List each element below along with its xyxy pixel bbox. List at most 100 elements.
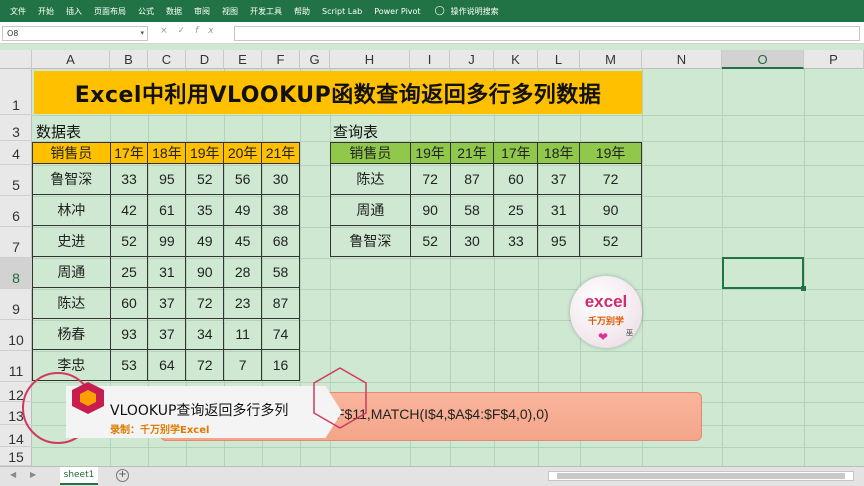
table-cell[interactable]: 7: [223, 349, 263, 381]
table-cell[interactable]: 72: [579, 163, 642, 195]
table-cell[interactable]: 52: [109, 225, 149, 257]
column-header-p[interactable]: P: [804, 50, 864, 69]
table-cell[interactable]: 90: [409, 194, 451, 226]
table-cell[interactable]: 72: [409, 163, 451, 195]
header-cell[interactable]: 销售员: [32, 142, 111, 164]
fx-icon[interactable]: fx: [195, 26, 224, 36]
column-header-f[interactable]: F: [262, 50, 300, 69]
row-header-10[interactable]: 10: [0, 320, 32, 351]
table-cell[interactable]: 72: [185, 287, 225, 319]
table-cell[interactable]: 鲁智深: [330, 225, 411, 257]
column-header-l[interactable]: L: [538, 50, 580, 69]
table-cell[interactable]: 52: [409, 225, 451, 257]
ribbon-tab-formulas[interactable]: 公式: [138, 6, 154, 17]
table-cell[interactable]: 周通: [330, 194, 411, 226]
table-cell[interactable]: 72: [185, 349, 225, 381]
header-cell[interactable]: 20年: [223, 142, 263, 164]
table-cell[interactable]: 74: [261, 318, 300, 350]
column-header-m[interactable]: M: [580, 50, 642, 69]
cancel-icon[interactable]: ×: [160, 26, 178, 36]
table-cell[interactable]: 53: [109, 349, 149, 381]
column-header-h[interactable]: H: [330, 50, 410, 69]
table-cell[interactable]: 陈达: [330, 163, 411, 195]
sheet-title[interactable]: Excel中利用VLOOKUP函数查询返回多行多列数据: [34, 71, 642, 114]
horizontal-scrollbar[interactable]: [548, 471, 854, 481]
table-cell[interactable]: 58: [261, 256, 300, 288]
header-cell[interactable]: 21年: [261, 142, 300, 164]
table-cell[interactable]: 31: [537, 194, 581, 226]
ribbon-tab-script-lab[interactable]: Script Lab: [322, 7, 362, 16]
tell-me-search[interactable]: 操作说明搜索: [451, 6, 499, 17]
row-header-9[interactable]: 9: [0, 289, 32, 320]
column-header-n[interactable]: N: [642, 50, 722, 69]
header-cell[interactable]: 17年: [493, 142, 539, 164]
ribbon-tab-view[interactable]: 视图: [222, 6, 238, 17]
table-cell[interactable]: 陈达: [32, 287, 111, 319]
row-header-7[interactable]: 7: [0, 227, 32, 258]
table-cell[interactable]: 鲁智深: [32, 163, 111, 195]
row-header-8[interactable]: 8: [0, 258, 32, 289]
table-cell[interactable]: 史进: [32, 225, 111, 257]
table-cell[interactable]: 25: [493, 194, 539, 226]
table-cell[interactable]: 11: [223, 318, 263, 350]
ribbon-tab-data[interactable]: 数据: [166, 6, 182, 17]
column-header-c[interactable]: C: [148, 50, 186, 69]
row-header-6[interactable]: 6: [0, 196, 32, 227]
table-cell[interactable]: 60: [109, 287, 149, 319]
row-header-3[interactable]: 3: [0, 115, 32, 141]
table-cell[interactable]: 93: [109, 318, 149, 350]
table-cell[interactable]: 49: [223, 194, 263, 226]
column-header-b[interactable]: B: [110, 50, 148, 69]
table-cell[interactable]: 95: [537, 225, 581, 257]
table-cell[interactable]: 42: [109, 194, 149, 226]
table-cell[interactable]: 16: [261, 349, 300, 381]
column-header-a[interactable]: A: [32, 50, 110, 69]
table-cell[interactable]: 23: [223, 287, 263, 319]
column-header-d[interactable]: D: [186, 50, 224, 69]
table-cell[interactable]: 30: [261, 163, 300, 195]
table-cell[interactable]: 25: [109, 256, 149, 288]
header-cell[interactable]: 19年: [409, 142, 451, 164]
ribbon-tab-page-layout[interactable]: 页面布局: [94, 6, 126, 17]
header-cell[interactable]: 19年: [185, 142, 225, 164]
table-cell[interactable]: 37: [147, 287, 187, 319]
ribbon-tab-power-pivot[interactable]: Power Pivot: [374, 7, 420, 16]
scrollbar-thumb[interactable]: [557, 473, 845, 479]
scroll-right-icon[interactable]: ▶: [30, 470, 36, 479]
scroll-left-icon[interactable]: ◀: [10, 470, 16, 479]
column-header-o[interactable]: O: [722, 50, 804, 69]
select-all-corner[interactable]: [0, 50, 32, 69]
table-cell[interactable]: 87: [449, 163, 495, 195]
row-header-14[interactable]: 14: [0, 425, 32, 447]
table-cell[interactable]: 杨春: [32, 318, 111, 350]
sheet-tab-sheet1[interactable]: sheet1: [60, 467, 98, 485]
table-cell[interactable]: 34: [185, 318, 225, 350]
table-cell[interactable]: 60: [493, 163, 539, 195]
table-cell[interactable]: 64: [147, 349, 187, 381]
column-header-k[interactable]: K: [494, 50, 538, 69]
table-cell[interactable]: 30: [449, 225, 495, 257]
header-cell[interactable]: 19年: [579, 142, 642, 164]
ribbon-tab-home[interactable]: 开始: [38, 6, 54, 17]
table-cell[interactable]: 68: [261, 225, 300, 257]
column-header-j[interactable]: J: [450, 50, 494, 69]
header-cell[interactable]: 18年: [147, 142, 187, 164]
ribbon-tab-developer[interactable]: 开发工具: [250, 6, 282, 17]
table-cell[interactable]: 31: [147, 256, 187, 288]
column-header-i[interactable]: I: [410, 50, 450, 69]
row-header-1[interactable]: 1: [0, 69, 32, 115]
row-header-5[interactable]: 5: [0, 165, 32, 196]
table-cell[interactable]: 87: [261, 287, 300, 319]
table-cell[interactable]: 52: [185, 163, 225, 195]
fill-handle[interactable]: [801, 286, 806, 291]
row-header-11[interactable]: 11: [0, 351, 32, 382]
table-cell[interactable]: 45: [223, 225, 263, 257]
selected-cell-o8[interactable]: [722, 257, 806, 291]
header-cell[interactable]: 18年: [537, 142, 581, 164]
data-table-label[interactable]: 数据表: [36, 121, 81, 142]
table-cell[interactable]: 52: [579, 225, 642, 257]
plus-circle-icon[interactable]: +: [116, 469, 129, 482]
table-cell[interactable]: 周通: [32, 256, 111, 288]
ribbon-tab-help[interactable]: 帮助: [294, 6, 310, 17]
formula-input[interactable]: [234, 26, 860, 41]
